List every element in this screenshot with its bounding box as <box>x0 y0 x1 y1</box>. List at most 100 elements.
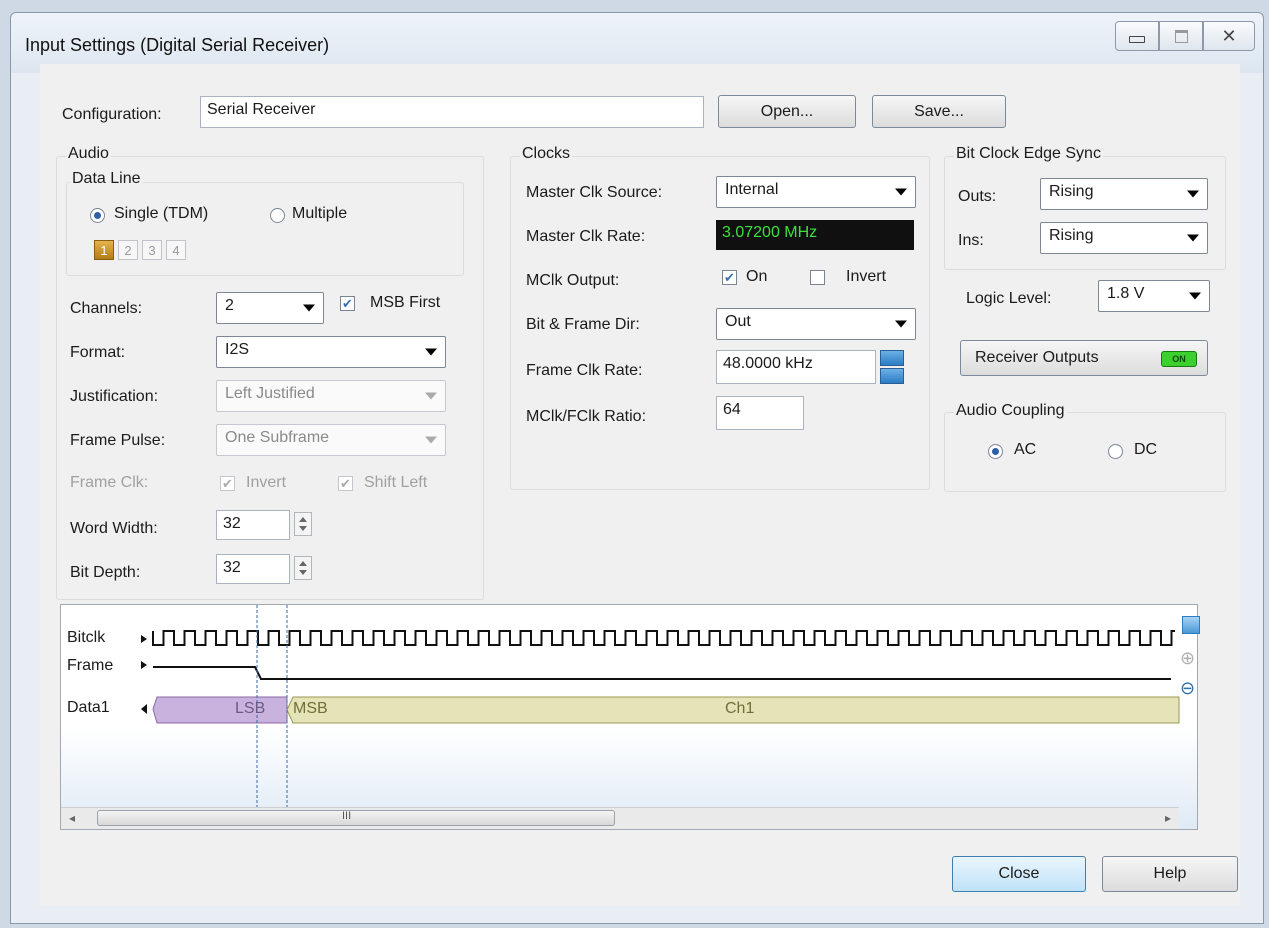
spin-up-icon <box>880 350 904 366</box>
mclk-fclk-ratio-label: MClk/FClk Ratio: <box>526 408 647 425</box>
outs-select[interactable]: Rising <box>1040 178 1208 210</box>
master-clk-rate-label: Master Clk Rate: <box>526 228 646 245</box>
format-select[interactable]: I2S <box>216 336 446 368</box>
mclk-fclk-ratio-input[interactable]: 64 <box>716 396 804 430</box>
lsb-segment <box>152 696 288 724</box>
single-tdm-label: Single (TDM) <box>114 205 209 222</box>
frame-label: Frame <box>67 657 114 674</box>
data1-label: Data1 <box>67 699 110 716</box>
data-marker-icon <box>141 704 147 714</box>
receiver-outputs-button[interactable]: Receiver Outputs ON <box>960 340 1208 376</box>
mclk-on-checkbox[interactable]: ✔ <box>722 270 737 285</box>
multiple-radio[interactable] <box>270 208 285 223</box>
bit-frame-dir-select[interactable]: Out <box>716 308 916 340</box>
data-line-group <box>66 182 464 276</box>
bit-depth-input[interactable]: 32 <box>216 554 290 584</box>
word-width-spinner[interactable] <box>294 512 312 536</box>
maximize-icon <box>1174 29 1188 43</box>
mclk-on-label: On <box>746 268 768 285</box>
justification-label: Justification: <box>70 388 159 405</box>
chevron-down-icon <box>425 348 437 356</box>
timing-toolstrip: ⊕ ⊖ <box>1178 604 1208 830</box>
close-icon: ✕ <box>1221 25 1237 46</box>
lsb-label: LSB <box>235 700 266 717</box>
scroll-right-icon[interactable]: ▸ <box>1165 811 1171 825</box>
master-clk-source-label: Master Clk Source: <box>526 184 663 201</box>
bitclk-label: Bitclk <box>67 629 106 646</box>
zoom-in-icon[interactable]: ⊕ <box>1180 648 1195 669</box>
ac-label: AC <box>1014 441 1037 458</box>
scroll-grip: III <box>342 810 352 822</box>
frame-clk-rate-label: Frame Clk Rate: <box>526 362 643 379</box>
bit-depth-label: Bit Depth: <box>70 564 141 581</box>
popout-icon[interactable] <box>1182 616 1200 634</box>
single-tdm-radio[interactable] <box>90 208 105 223</box>
mclk-invert-checkbox[interactable] <box>810 270 825 285</box>
clocks-group-title: Clocks <box>520 145 573 163</box>
ins-select[interactable]: Rising <box>1040 222 1208 254</box>
shift-left-label: Shift Left <box>364 474 428 491</box>
spin-down-icon <box>880 368 904 384</box>
frame-clk-rate-input[interactable]: 48.0000 kHz <box>716 350 876 384</box>
radio-dot <box>992 448 999 455</box>
bitclk-marker-icon <box>141 635 147 643</box>
scrollbar-thumb[interactable]: III <box>97 810 615 826</box>
frame-invert-checkbox[interactable]: ✔ <box>220 476 235 491</box>
zoom-out-icon[interactable]: ⊖ <box>1180 678 1195 699</box>
horizontal-scrollbar[interactable]: ◂ III ▸ <box>61 807 1179 829</box>
audio-coupling-group <box>944 412 1226 492</box>
checkmark-icon: ✔ <box>342 296 353 311</box>
channel-4-button[interactable]: 4 <box>166 240 186 260</box>
frame-clk-rate-spinner[interactable] <box>880 350 904 384</box>
logic-level-label: Logic Level: <box>966 290 1052 307</box>
word-width-input[interactable]: 32 <box>216 510 290 540</box>
frame-invert-label: Invert <box>246 474 287 491</box>
dc-radio[interactable] <box>1108 444 1123 459</box>
chevron-down-icon <box>425 436 437 444</box>
channel-2-button[interactable]: 2 <box>118 240 138 260</box>
scroll-left-icon[interactable]: ◂ <box>69 811 75 825</box>
chevron-down-icon <box>303 304 315 312</box>
help-button[interactable]: Help <box>1102 856 1238 892</box>
save-button[interactable]: Save... <box>872 95 1006 128</box>
checkmark-icon: ✔ <box>724 270 735 285</box>
logic-level-value: 1.8 V <box>1107 285 1145 302</box>
minimize-icon <box>1129 35 1145 43</box>
justification-select[interactable]: Left Justified <box>216 380 446 412</box>
timing-diagram: Bitclk Frame Data1 LSB MSB Ch1 ◂ III ▸ <box>60 604 1198 830</box>
maximize-button[interactable] <box>1159 21 1203 51</box>
channels-label: Channels: <box>70 300 143 317</box>
format-label: Format: <box>70 344 126 361</box>
open-button[interactable]: Open... <box>718 95 856 128</box>
justification-value: Left Justified <box>225 385 315 402</box>
frame-pulse-select[interactable]: One Subframe <box>216 424 446 456</box>
configuration-label: Configuration: <box>62 106 162 123</box>
channel-1-button[interactable]: 1 <box>94 240 114 260</box>
logic-level-select[interactable]: 1.8 V <box>1098 280 1210 312</box>
close-window-button[interactable]: ✕ <box>1203 21 1255 51</box>
ch1-label: Ch1 <box>725 700 755 717</box>
bitclk-waveform <box>152 630 1175 646</box>
format-value: I2S <box>225 341 250 358</box>
channel-3-button[interactable]: 3 <box>142 240 162 260</box>
radio-dot <box>94 212 101 219</box>
ac-radio[interactable] <box>988 444 1003 459</box>
chevron-down-icon <box>895 188 907 196</box>
frame-waveform <box>153 666 1171 680</box>
bit-depth-spinner[interactable] <box>294 556 312 580</box>
audio-coupling-title: Audio Coupling <box>954 402 1067 420</box>
configuration-input[interactable]: Serial Receiver <box>200 96 704 128</box>
ins-value: Rising <box>1049 227 1094 244</box>
outs-label: Outs: <box>958 188 997 205</box>
minimize-button[interactable] <box>1115 21 1159 51</box>
master-clk-source-select[interactable]: Internal <box>716 176 916 208</box>
channels-select[interactable]: 2 <box>216 292 324 324</box>
checkmark-icon: ✔ <box>222 476 233 491</box>
shift-left-checkbox[interactable]: ✔ <box>338 476 353 491</box>
msb-first-checkbox[interactable]: ✔ <box>340 296 355 311</box>
on-led-icon: ON <box>1161 351 1197 367</box>
close-button[interactable]: Close <box>952 856 1086 892</box>
window-title: Input Settings (Digital Serial Receiver) <box>25 35 330 55</box>
chevron-down-icon <box>1189 292 1201 300</box>
chevron-down-icon <box>425 392 437 400</box>
